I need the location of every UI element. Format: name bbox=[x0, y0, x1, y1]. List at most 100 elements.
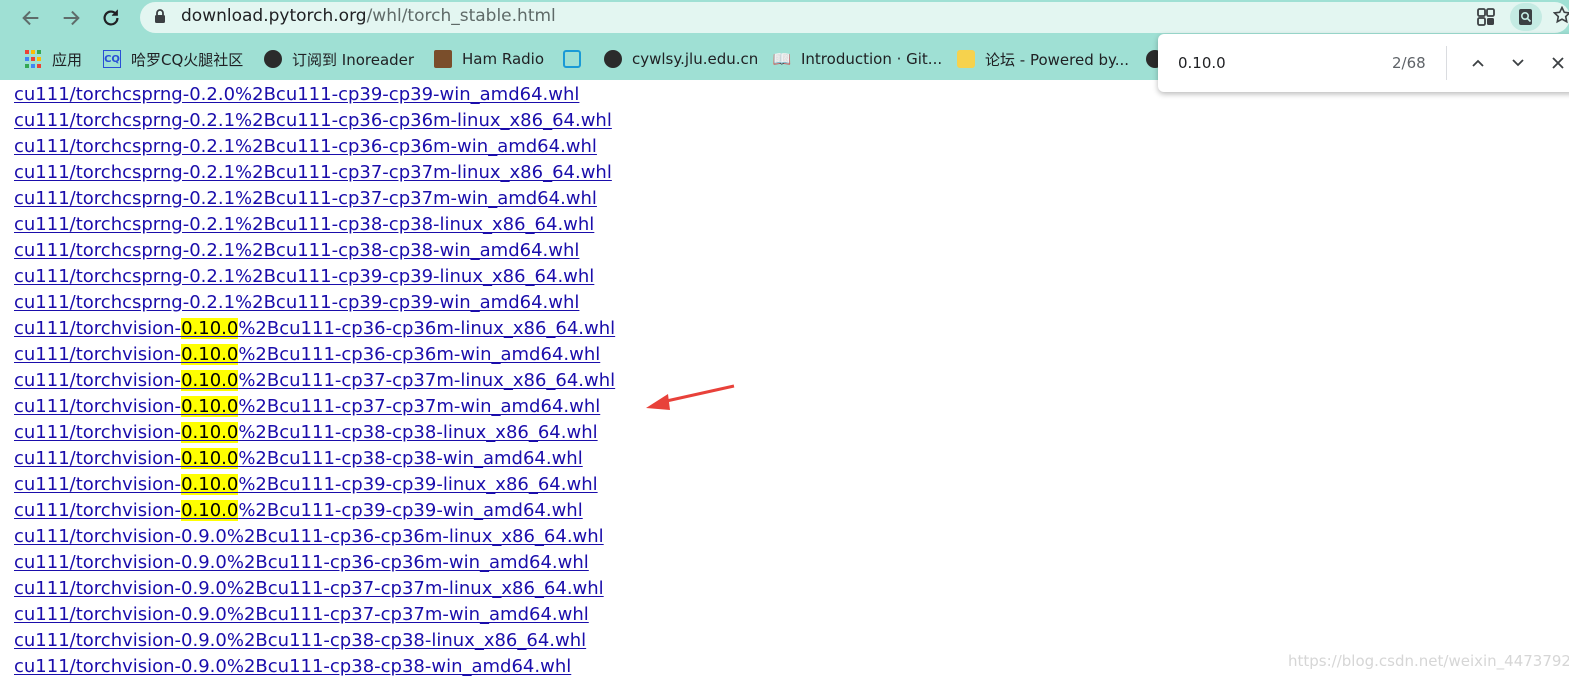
back-button[interactable] bbox=[16, 3, 46, 33]
list-item: cu111/torchcsprng-0.2.1%2Bcu111-cp37-cp3… bbox=[14, 186, 1214, 212]
find-bar: 0.10.0 2/68 bbox=[1158, 34, 1569, 92]
wheel-link[interactable]: cu111/torchvision-0.10.0%2Bcu111-cp37-cp… bbox=[14, 396, 600, 417]
wheel-link[interactable]: cu111/torchcsprng-0.2.1%2Bcu111-cp39-cp3… bbox=[14, 266, 594, 287]
url-path: /whl/torch_stable.html bbox=[366, 6, 556, 26]
bookmark-forum[interactable]: 论坛 - Powered by... bbox=[957, 48, 1129, 70]
wheel-link[interactable]: cu111/torchcsprng-0.2.1%2Bcu111-cp38-cp3… bbox=[14, 240, 579, 261]
list-item: cu111/torchcsprng-0.2.1%2Bcu111-cp36-cp3… bbox=[14, 108, 1214, 134]
close-icon bbox=[1552, 57, 1564, 69]
install-app-icon[interactable] bbox=[1476, 7, 1496, 27]
wheel-link[interactable]: cu111/torchvision-0.10.0%2Bcu111-cp37-cp… bbox=[14, 370, 615, 391]
wheel-link-text: cu111/torchvision- bbox=[14, 344, 182, 365]
find-next-button[interactable] bbox=[1506, 51, 1530, 75]
wheel-link[interactable]: cu111/torchcsprng-0.2.1%2Bcu111-cp36-cp3… bbox=[14, 110, 612, 131]
list-item: cu111/torchcsprng-0.2.1%2Bcu111-cp38-cp3… bbox=[14, 238, 1214, 264]
wheel-link-text: cu111/torchcsprng-0.2.1%2Bcu111-cp36-cp3… bbox=[14, 136, 597, 157]
find-highlight: 0.10.0 bbox=[181, 370, 239, 391]
wheel-link[interactable]: cu111/torchcsprng-0.2.1%2Bcu111-cp37-cp3… bbox=[14, 162, 612, 183]
bookmark-label: cywlsy.jlu.edu.cn bbox=[632, 50, 759, 68]
bookmark-ham-radio[interactable]: Ham Radio bbox=[434, 48, 544, 70]
wheel-link-text: cu111/torchvision-0.9.0%2Bcu111-cp38-cp3… bbox=[14, 656, 572, 677]
wheel-link-text: %2Bcu111-cp38-cp38-win_amd64.whl bbox=[238, 448, 583, 469]
list-item: cu111/torchvision-0.10.0%2Bcu111-cp37-cp… bbox=[14, 368, 1214, 394]
wheel-link[interactable]: cu111/torchcsprng-0.2.1%2Bcu111-cp39-cp3… bbox=[14, 292, 579, 313]
list-item: cu111/torchvision-0.9.0%2Bcu111-cp36-cp3… bbox=[14, 524, 1214, 550]
watermark: https://blog.csdn.net/weixin_44737922 bbox=[1288, 652, 1569, 670]
notebook-icon bbox=[434, 50, 452, 68]
book-icon: 📖 bbox=[772, 50, 792, 68]
wheel-link[interactable]: cu111/torchvision-0.10.0%2Bcu111-cp36-cp… bbox=[14, 318, 615, 339]
wheel-link[interactable]: cu111/torchvision-0.10.0%2Bcu111-cp39-cp… bbox=[14, 500, 583, 521]
list-item: cu111/torchvision-0.10.0%2Bcu111-cp36-cp… bbox=[14, 342, 1214, 368]
find-previous-button[interactable] bbox=[1466, 51, 1490, 75]
wheel-link[interactable]: cu111/torchvision-0.9.0%2Bcu111-cp37-cp3… bbox=[14, 604, 589, 625]
list-item: cu111/torchvision-0.10.0%2Bcu111-cp37-cp… bbox=[14, 394, 1214, 420]
wheel-link-text: cu111/torchvision-0.9.0%2Bcu111-cp38-cp3… bbox=[14, 630, 587, 651]
bookmark-introduction[interactable]: 📖 Introduction · Git... bbox=[773, 48, 942, 70]
find-highlight: 0.10.0 bbox=[181, 344, 239, 365]
bookmark-inoreader[interactable]: 订阅到 Inoreader bbox=[264, 48, 414, 70]
find-match-count: 2/68 bbox=[1392, 54, 1426, 72]
find-highlight: 0.10.0 bbox=[181, 318, 239, 339]
bookmark-label: 论坛 - Powered by... bbox=[985, 50, 1130, 69]
wheel-link[interactable]: cu111/torchvision-0.9.0%2Bcu111-cp38-cp3… bbox=[14, 630, 586, 651]
bookmark-tv[interactable] bbox=[563, 48, 591, 70]
globe-icon bbox=[604, 50, 622, 68]
list-item: cu111/torchcsprng-0.2.1%2Bcu111-cp37-cp3… bbox=[14, 160, 1214, 186]
find-input[interactable]: 0.10.0 bbox=[1178, 54, 1226, 72]
wheel-link[interactable]: cu111/torchvision-0.10.0%2Bcu111-cp39-cp… bbox=[14, 474, 598, 495]
find-close-button[interactable] bbox=[1546, 51, 1569, 75]
bookmark-cq[interactable]: CQ 哈罗CQ火腿社区 bbox=[103, 48, 243, 70]
chevron-down-icon bbox=[1512, 59, 1524, 67]
wheel-link-text: cu111/torchvision- bbox=[14, 422, 182, 443]
bookmark-apps[interactable]: 应用 bbox=[24, 48, 82, 70]
arrow-right-icon bbox=[63, 10, 80, 26]
wheel-link[interactable]: cu111/torchcsprng-0.2.1%2Bcu111-cp38-cp3… bbox=[14, 214, 594, 235]
list-item: cu111/torchvision-0.10.0%2Bcu111-cp38-cp… bbox=[14, 446, 1214, 472]
list-item: cu111/torchvision-0.10.0%2Bcu111-cp39-cp… bbox=[14, 472, 1214, 498]
find-divider bbox=[1446, 46, 1447, 80]
bookmark-label: 订阅到 Inoreader bbox=[292, 50, 415, 69]
wheel-link[interactable]: cu111/torchvision-0.10.0%2Bcu111-cp36-cp… bbox=[14, 344, 600, 365]
url-text[interactable]: download.pytorch.org/whl/torch_stable.ht… bbox=[181, 6, 556, 27]
lock-icon[interactable] bbox=[152, 8, 168, 24]
wheel-link-text: cu111/torchvision- bbox=[14, 396, 182, 417]
apps-icon bbox=[24, 50, 42, 68]
wheel-link-text: cu111/torchvision- bbox=[14, 448, 182, 469]
find-highlight: 0.10.0 bbox=[181, 474, 239, 495]
list-item: cu111/torchcsprng-0.2.1%2Bcu111-cp39-cp3… bbox=[14, 290, 1214, 316]
wheel-link[interactable]: cu111/torchcsprng-0.2.1%2Bcu111-cp37-cp3… bbox=[14, 188, 597, 209]
annotation-arrow bbox=[646, 384, 735, 410]
wheel-link[interactable]: cu111/torchvision-0.9.0%2Bcu111-cp37-cp3… bbox=[14, 578, 604, 599]
wheel-link-text: cu111/torchcsprng-0.2.1%2Bcu111-cp39-cp3… bbox=[14, 266, 595, 287]
forward-button[interactable] bbox=[56, 3, 86, 33]
wheel-link-text: %2Bcu111-cp38-cp38-linux_x86_64.whl bbox=[238, 422, 598, 443]
wheel-link-text: cu111/torchcsprng-0.2.1%2Bcu111-cp37-cp3… bbox=[14, 162, 612, 183]
wheel-link-text: cu111/torchvision-0.9.0%2Bcu111-cp36-cp3… bbox=[14, 552, 589, 573]
find-icon bbox=[1519, 9, 1532, 25]
find-in-page-button[interactable] bbox=[1510, 3, 1542, 31]
wheel-link-text: %2Bcu111-cp37-cp37m-linux_x86_64.whl bbox=[238, 370, 616, 391]
bookmark-star-icon[interactable] bbox=[1553, 6, 1569, 24]
wheel-link[interactable]: cu111/torchvision-0.9.0%2Bcu111-cp36-cp3… bbox=[14, 552, 589, 573]
cq-icon: CQ bbox=[103, 50, 121, 68]
wheel-link-text: %2Bcu111-cp36-cp36m-win_amd64.whl bbox=[238, 344, 601, 365]
wheel-link-text: cu111/torchcsprng-0.2.1%2Bcu111-cp37-cp3… bbox=[14, 188, 597, 209]
wheel-link-text: cu111/torchvision- bbox=[14, 500, 182, 521]
wheel-link[interactable]: cu111/torchvision-0.10.0%2Bcu111-cp38-cp… bbox=[14, 448, 583, 469]
wheel-link[interactable]: cu111/torchcsprng-0.2.0%2Bcu111-cp39-cp3… bbox=[14, 84, 579, 105]
list-item: cu111/torchvision-0.9.0%2Bcu111-cp36-cp3… bbox=[14, 550, 1214, 576]
wheel-link[interactable]: cu111/torchvision-0.9.0%2Bcu111-cp38-cp3… bbox=[14, 656, 571, 677]
wheel-link[interactable]: cu111/torchvision-0.9.0%2Bcu111-cp36-cp3… bbox=[14, 526, 604, 547]
wheel-link[interactable]: cu111/torchvision-0.10.0%2Bcu111-cp38-cp… bbox=[14, 422, 598, 443]
globe-icon bbox=[264, 50, 282, 68]
list-item: cu111/torchcsprng-0.2.1%2Bcu111-cp39-cp3… bbox=[14, 264, 1214, 290]
find-highlight: 0.10.0 bbox=[181, 422, 239, 443]
wheel-link-text: %2Bcu111-cp39-cp39-linux_x86_64.whl bbox=[238, 474, 598, 495]
wheel-link[interactable]: cu111/torchcsprng-0.2.1%2Bcu111-cp36-cp3… bbox=[14, 136, 597, 157]
chevron-up-icon bbox=[1472, 59, 1484, 67]
reload-button[interactable] bbox=[96, 3, 126, 33]
bookmark-label: Introduction · Git... bbox=[801, 50, 943, 68]
wheel-link-text: cu111/torchvision- bbox=[14, 318, 182, 339]
bookmark-cywlsy[interactable]: cywlsy.jlu.edu.cn bbox=[604, 48, 758, 70]
